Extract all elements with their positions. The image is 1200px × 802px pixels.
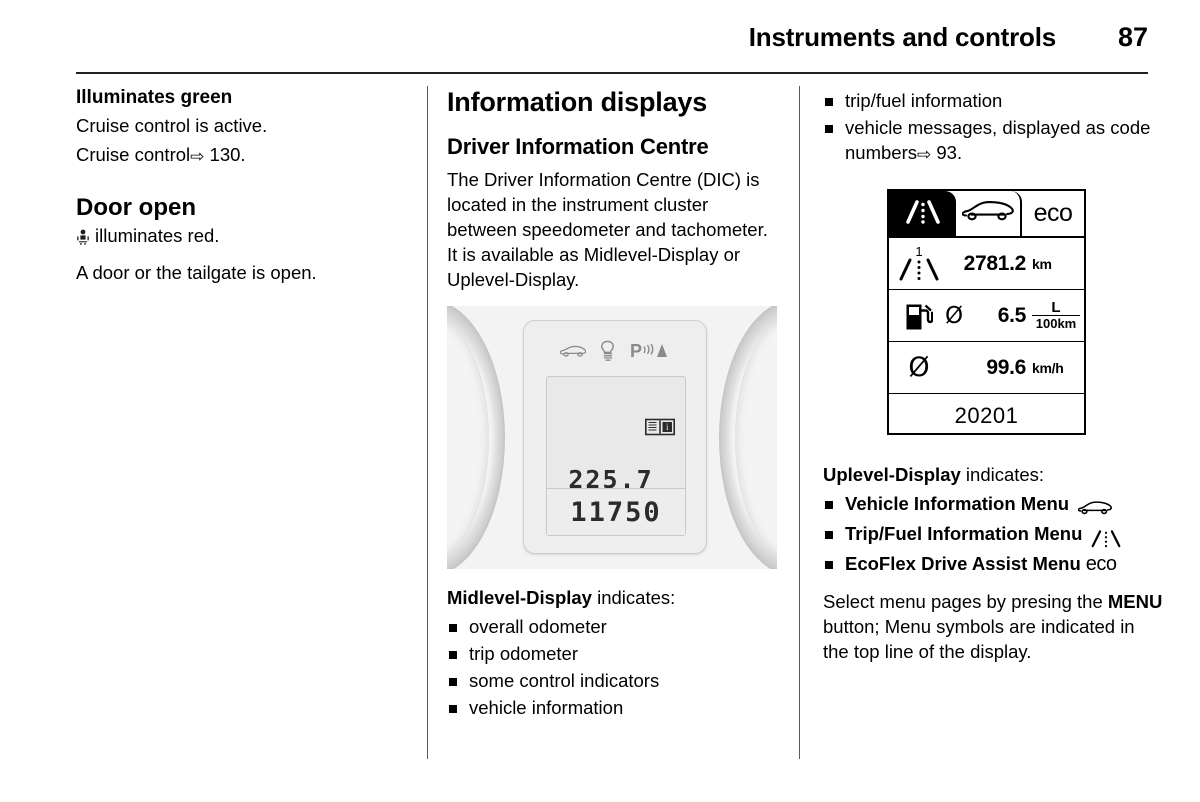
midlevel-indicates-label: indicates:	[591, 587, 676, 608]
uplevel-fuel-unit: L 100km	[1032, 300, 1080, 331]
average-speed-icon: Ø	[893, 352, 945, 383]
cruise-control-ref-page: 130.	[209, 144, 246, 165]
left-column: Illuminates green Cruise control is acti…	[76, 86, 406, 289]
midlevel-odometer-value: 11750	[570, 496, 662, 528]
midlevel-display-list: Midlevel-Display indicates: overall odom…	[447, 585, 779, 722]
cross-reference-arrow-icon: ⇨	[190, 147, 205, 167]
list-item: overall odometer	[447, 614, 779, 639]
uplevel-display-label: Uplevel-Display	[823, 464, 961, 485]
park-assist-icon: P	[630, 341, 670, 361]
list-item: vehicle messages, displayed as code numb…	[823, 115, 1159, 168]
information-displays-heading: Information displays	[447, 87, 708, 117]
cruise-control-active-text: Cruise control is active.	[76, 115, 268, 136]
list-item: Trip/Fuel Information Menu	[823, 521, 1163, 549]
eco-text-icon: eco	[1033, 199, 1073, 227]
menu-instruction-part2: button; Menu symbols are indicated in th…	[823, 616, 1135, 662]
average-symbol: Ø	[945, 302, 964, 329]
cruise-control-reference: Cruise control⇨ 130.	[76, 142, 406, 170]
driver-information-centre-heading: Driver Information Centre	[447, 134, 709, 159]
uplevel-speed-value: 99.6	[986, 355, 1026, 379]
svg-text:P: P	[630, 341, 642, 361]
uplevel-top-bullet-list: trip/fuel information vehicle messages, …	[823, 88, 1159, 168]
list-item: Vehicle Information Menu	[823, 491, 1163, 519]
list-item: trip/fuel information	[823, 88, 1159, 113]
road-lane-icon	[900, 198, 946, 229]
uplevel-speed-unit: km/h	[1032, 359, 1064, 376]
midlevel-odometer-field: 11750	[547, 488, 685, 535]
door-open-heading: Door open	[76, 194, 196, 221]
uplevel-display-graphic: eco 1 2781.2 km Ø 6.5 L 100km Ø 99.6 km/…	[887, 189, 1086, 435]
vehicle-information-menu-label: Vehicle Information Menu	[845, 493, 1070, 514]
uplevel-menu-bullet-list: Vehicle Information Menu Trip/Fuel Infor…	[823, 491, 1163, 577]
trip-fuel-menu-label: Trip/Fuel Information Menu	[845, 523, 1083, 544]
list-item: trip odometer	[447, 641, 779, 666]
uplevel-total-value: 20201	[954, 403, 1019, 428]
eco-text-icon: eco	[1085, 553, 1117, 575]
uplevel-fuel-unit-denominator: 100km	[1035, 316, 1077, 331]
uplevel-indicates-label: indicates:	[960, 464, 1045, 485]
vehicle-messages-text: vehicle messages, displayed as code numb…	[845, 117, 1151, 163]
list-item: vehicle information	[447, 695, 779, 720]
midlevel-bullet-list: overall odometer trip odometer some cont…	[447, 614, 779, 720]
ecoflex-tab[interactable]: eco	[1022, 191, 1084, 236]
car-side-icon	[961, 199, 1014, 228]
uplevel-trip-unit: km	[1032, 255, 1052, 272]
ecoflex-menu-label: EcoFlex Drive Assist Menu	[845, 553, 1081, 574]
menu-selection-instructions: Select menu pages by presing the MENU bu…	[823, 589, 1163, 664]
vehicle-info-tab[interactable]	[956, 191, 1022, 236]
cruise-control-ref-label: Cruise control	[76, 144, 191, 165]
average-symbol: Ø	[908, 352, 930, 383]
manual-page: Instruments and controls 87 Illuminates …	[0, 0, 1200, 802]
uplevel-list-title: Uplevel-Display indicates:	[823, 462, 1163, 487]
door-open-icon	[76, 229, 90, 245]
door-open-illuminates-line: illuminates red.	[76, 223, 406, 248]
midlevel-indicator-row: P	[524, 336, 706, 366]
uplevel-trip-row: 1 2781.2 km	[889, 238, 1084, 290]
illuminates-green-heading: Illuminates green	[76, 87, 233, 108]
manual-book-info-icon: i	[645, 417, 675, 437]
uplevel-speed-row: Ø 99.6 km/h	[889, 342, 1084, 394]
column-divider-2	[799, 86, 800, 759]
midlevel-display-bezel: P i 225.7 11750	[523, 320, 707, 554]
uplevel-total-row: 20201	[889, 394, 1084, 438]
page-title: Instruments and controls	[748, 22, 1056, 52]
road-lane-trip1-icon: 1	[893, 245, 945, 283]
column-divider-1	[427, 86, 428, 759]
uplevel-trip-value: 2781.2	[963, 251, 1027, 275]
menu-instruction-part1: Select menu pages by presing the	[823, 591, 1108, 612]
speedometer-rim	[447, 306, 505, 569]
cross-reference-arrow-icon: ⇨	[916, 145, 932, 165]
page-header: Instruments and controls 87	[76, 22, 1148, 66]
list-item: some control indicators	[447, 668, 779, 693]
tachometer-rim	[719, 306, 777, 569]
dic-description-paragraph: The Driver Information Centre (DIC) is l…	[447, 169, 768, 290]
midlevel-display-photo: P i 225.7 11750	[447, 306, 777, 569]
menu-button-label: MENU	[1107, 591, 1163, 612]
list-item: EcoFlex Drive Assist Menu eco	[823, 551, 1163, 577]
uplevel-fuel-value: 6.5	[997, 303, 1027, 327]
uplevel-tab-row: eco	[889, 191, 1084, 238]
midlevel-lcd-screen: i 225.7 11750	[546, 376, 686, 536]
header-divider	[76, 72, 1148, 74]
uplevel-fuel-row: Ø 6.5 L 100km	[889, 290, 1084, 342]
svg-text:1: 1	[915, 245, 922, 259]
road-lane-icon	[1083, 526, 1122, 548]
door-open-illuminates-text: illuminates red.	[95, 225, 220, 246]
trip-fuel-tab[interactable]	[889, 191, 956, 236]
vehicle-messages-ref-page: 93.	[936, 142, 963, 163]
uplevel-display-list: Uplevel-Display indicates: Vehicle Infor…	[823, 462, 1163, 668]
bulb-icon	[599, 340, 617, 362]
fuel-pump-icon	[893, 301, 945, 331]
midlevel-list-title: Midlevel-Display indicates:	[447, 585, 779, 610]
middle-column: Information displays Driver Information …	[447, 86, 779, 296]
midlevel-display-label: Midlevel-Display	[447, 587, 592, 608]
door-open-description: A door or the tailgate is open.	[76, 262, 317, 283]
car-side-icon	[1078, 496, 1113, 517]
page-number: 87	[1117, 22, 1148, 52]
car-icon	[560, 344, 586, 358]
right-column: trip/fuel information vehicle messages, …	[823, 86, 1159, 170]
uplevel-fuel-unit-numerator: L	[1032, 300, 1080, 316]
